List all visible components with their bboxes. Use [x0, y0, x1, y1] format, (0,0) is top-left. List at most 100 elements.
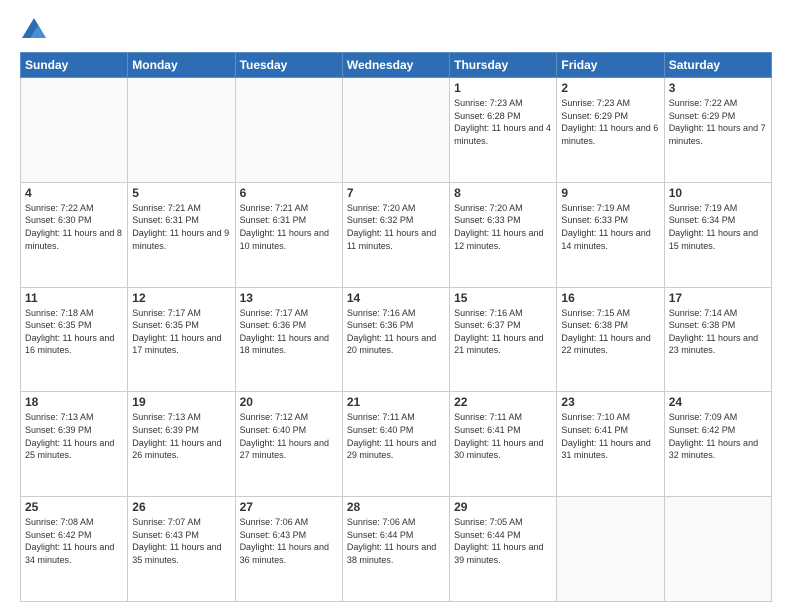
day-info: Sunrise: 7:23 AM Sunset: 6:28 PM Dayligh…: [454, 97, 552, 147]
day-number: 29: [454, 500, 552, 514]
day-info: Sunrise: 7:07 AM Sunset: 6:43 PM Dayligh…: [132, 516, 230, 566]
calendar-cell: 28 Sunrise: 7:06 AM Sunset: 6:44 PM Dayli…: [342, 497, 449, 602]
calendar-cell: 20 Sunrise: 7:12 AM Sunset: 6:40 PM Dayli…: [235, 392, 342, 497]
calendar-cell: 25 Sunrise: 7:08 AM Sunset: 6:42 PM Dayli…: [21, 497, 128, 602]
calendar-cell: 3Sunrise: 7:22 AM Sunset: 6:29 PM Daylig…: [664, 78, 771, 183]
day-info: Sunrise: 7:17 AM Sunset: 6:36 PM Dayligh…: [240, 307, 338, 357]
calendar-cell: 27 Sunrise: 7:06 AM Sunset: 6:43 PM Dayli…: [235, 497, 342, 602]
day-info: Sunrise: 7:16 AM Sunset: 6:37 PM Dayligh…: [454, 307, 552, 357]
calendar-cell: [128, 78, 235, 183]
calendar-cell: 1 Sunrise: 7:23 AM Sunset: 6:28 PM Daylig…: [450, 78, 557, 183]
day-info: Sunrise: 7:19 AM Sunset: 6:34 PM Dayligh…: [669, 202, 767, 252]
calendar-cell: 8 Sunrise: 7:20 AM Sunset: 6:33 PM Daylig…: [450, 182, 557, 287]
day-info: Sunrise: 7:14 AM Sunset: 6:38 PM Dayligh…: [669, 307, 767, 357]
day-info: Sunrise: 7:11 AM Sunset: 6:41 PM Dayligh…: [454, 411, 552, 461]
day-number: 24: [669, 395, 767, 409]
calendar-cell: 4 Sunrise: 7:22 AM Sunset: 6:30 PM Daylig…: [21, 182, 128, 287]
calendar-header-sunday: Sunday: [21, 53, 128, 78]
calendar-cell: 21 Sunrise: 7:11 AM Sunset: 6:40 PM Dayli…: [342, 392, 449, 497]
calendar-header-tuesday: Tuesday: [235, 53, 342, 78]
calendar-cell: 18 Sunrise: 7:13 AM Sunset: 6:39 PM Dayli…: [21, 392, 128, 497]
calendar-cell: 26 Sunrise: 7:07 AM Sunset: 6:43 PM Dayli…: [128, 497, 235, 602]
day-number: 7: [347, 186, 445, 200]
day-number: 20: [240, 395, 338, 409]
calendar-header-monday: Monday: [128, 53, 235, 78]
day-number: 2: [561, 81, 659, 95]
day-number: 25: [25, 500, 123, 514]
day-info: Sunrise: 7:11 AM Sunset: 6:40 PM Dayligh…: [347, 411, 445, 461]
day-info: Sunrise: 7:08 AM Sunset: 6:42 PM Dayligh…: [25, 516, 123, 566]
calendar-table: SundayMondayTuesdayWednesdayThursdayFrid…: [20, 52, 772, 602]
calendar-cell: 23 Sunrise: 7:10 AM Sunset: 6:41 PM Dayli…: [557, 392, 664, 497]
day-info: Sunrise: 7:13 AM Sunset: 6:39 PM Dayligh…: [25, 411, 123, 461]
day-number: 6: [240, 186, 338, 200]
day-number: 16: [561, 291, 659, 305]
day-info: Sunrise: 7:12 AM Sunset: 6:40 PM Dayligh…: [240, 411, 338, 461]
day-info: Sunrise: 7:16 AM Sunset: 6:36 PM Dayligh…: [347, 307, 445, 357]
calendar-cell: 24 Sunrise: 7:09 AM Sunset: 6:42 PM Dayli…: [664, 392, 771, 497]
day-info: Sunrise: 7:06 AM Sunset: 6:44 PM Dayligh…: [347, 516, 445, 566]
day-number: 21: [347, 395, 445, 409]
day-info: Sunrise: 7:20 AM Sunset: 6:32 PM Dayligh…: [347, 202, 445, 252]
day-number: 8: [454, 186, 552, 200]
day-number: 10: [669, 186, 767, 200]
day-info: Sunrise: 7:18 AM Sunset: 6:35 PM Dayligh…: [25, 307, 123, 357]
day-number: 4: [25, 186, 123, 200]
calendar-cell: 2 Sunrise: 7:23 AM Sunset: 6:29 PM Daylig…: [557, 78, 664, 183]
day-info: Sunrise: 7:21 AM Sunset: 6:31 PM Dayligh…: [240, 202, 338, 252]
day-number: 28: [347, 500, 445, 514]
logo-icon: [20, 16, 48, 44]
calendar-cell: 15 Sunrise: 7:16 AM Sunset: 6:37 PM Dayli…: [450, 287, 557, 392]
day-info: Sunrise: 7:20 AM Sunset: 6:33 PM Dayligh…: [454, 202, 552, 252]
day-number: 15: [454, 291, 552, 305]
calendar-header-wednesday: Wednesday: [342, 53, 449, 78]
day-info: Sunrise: 7:19 AM Sunset: 6:33 PM Dayligh…: [561, 202, 659, 252]
calendar-cell: 12 Sunrise: 7:17 AM Sunset: 6:35 PM Dayli…: [128, 287, 235, 392]
calendar-cell: [21, 78, 128, 183]
calendar-header-saturday: Saturday: [664, 53, 771, 78]
day-info: Sunrise: 7:10 AM Sunset: 6:41 PM Dayligh…: [561, 411, 659, 461]
day-info: Sunrise: 7:15 AM Sunset: 6:38 PM Dayligh…: [561, 307, 659, 357]
day-number: 23: [561, 395, 659, 409]
day-number: 11: [25, 291, 123, 305]
day-info: Sunrise: 7:23 AM Sunset: 6:29 PM Dayligh…: [561, 97, 659, 147]
day-number: 3: [669, 81, 767, 95]
calendar-cell: [557, 497, 664, 602]
day-info: Sunrise: 7:05 AM Sunset: 6:44 PM Dayligh…: [454, 516, 552, 566]
calendar-cell: 22 Sunrise: 7:11 AM Sunset: 6:41 PM Dayli…: [450, 392, 557, 497]
calendar-cell: 9 Sunrise: 7:19 AM Sunset: 6:33 PM Daylig…: [557, 182, 664, 287]
calendar-cell: [342, 78, 449, 183]
day-info: Sunrise: 7:21 AM Sunset: 6:31 PM Dayligh…: [132, 202, 230, 252]
day-info: Sunrise: 7:06 AM Sunset: 6:43 PM Dayligh…: [240, 516, 338, 566]
calendar-cell: 29 Sunrise: 7:05 AM Sunset: 6:44 PM Dayli…: [450, 497, 557, 602]
day-number: 27: [240, 500, 338, 514]
day-number: 19: [132, 395, 230, 409]
day-number: 13: [240, 291, 338, 305]
day-number: 5: [132, 186, 230, 200]
calendar-cell: [664, 497, 771, 602]
calendar-header-friday: Friday: [557, 53, 664, 78]
calendar-cell: 17 Sunrise: 7:14 AM Sunset: 6:38 PM Dayli…: [664, 287, 771, 392]
day-info: Sunrise: 7:13 AM Sunset: 6:39 PM Dayligh…: [132, 411, 230, 461]
day-number: 9: [561, 186, 659, 200]
day-number: 22: [454, 395, 552, 409]
calendar-cell: 16 Sunrise: 7:15 AM Sunset: 6:38 PM Dayli…: [557, 287, 664, 392]
day-number: 14: [347, 291, 445, 305]
day-info: Sunrise: 7:09 AM Sunset: 6:42 PM Dayligh…: [669, 411, 767, 461]
calendar-cell: 14 Sunrise: 7:16 AM Sunset: 6:36 PM Dayli…: [342, 287, 449, 392]
day-info: Sunrise: 7:17 AM Sunset: 6:35 PM Dayligh…: [132, 307, 230, 357]
day-number: 17: [669, 291, 767, 305]
calendar-cell: 7 Sunrise: 7:20 AM Sunset: 6:32 PM Daylig…: [342, 182, 449, 287]
calendar-cell: 19 Sunrise: 7:13 AM Sunset: 6:39 PM Dayli…: [128, 392, 235, 497]
day-info: Sunrise: 7:22 AM Sunset: 6:30 PM Dayligh…: [25, 202, 123, 252]
calendar-header-thursday: Thursday: [450, 53, 557, 78]
calendar-cell: 13 Sunrise: 7:17 AM Sunset: 6:36 PM Dayli…: [235, 287, 342, 392]
calendar-cell: 6 Sunrise: 7:21 AM Sunset: 6:31 PM Daylig…: [235, 182, 342, 287]
day-number: 26: [132, 500, 230, 514]
day-number: 12: [132, 291, 230, 305]
logo: [20, 16, 52, 44]
calendar-cell: 5 Sunrise: 7:21 AM Sunset: 6:31 PM Daylig…: [128, 182, 235, 287]
day-number: 18: [25, 395, 123, 409]
calendar-cell: 11 Sunrise: 7:18 AM Sunset: 6:35 PM Dayli…: [21, 287, 128, 392]
day-number: 1: [454, 81, 552, 95]
